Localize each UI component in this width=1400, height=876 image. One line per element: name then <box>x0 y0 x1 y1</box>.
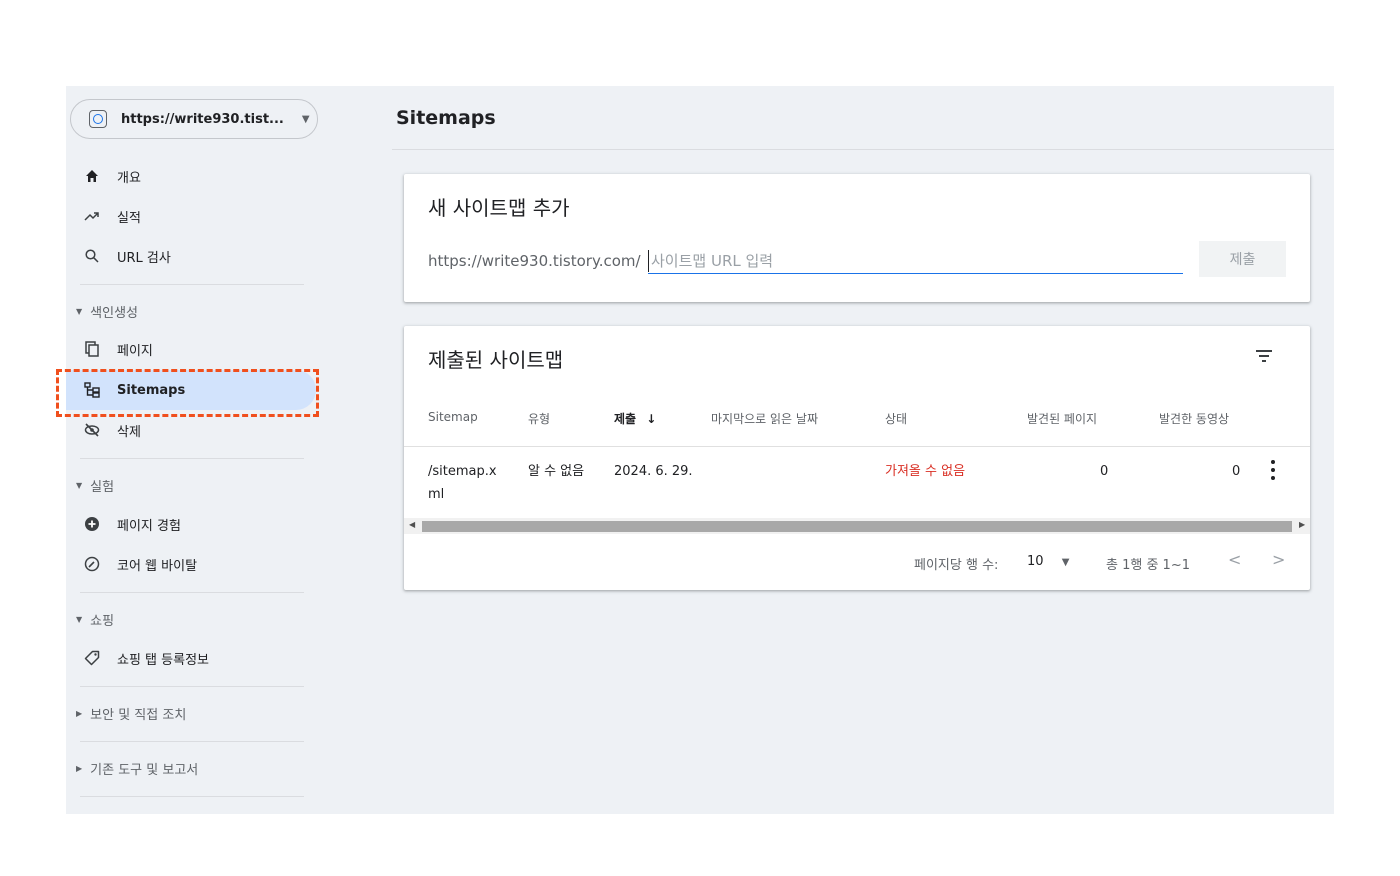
sidebar-item-performance[interactable]: 실적 <box>66 196 316 236</box>
section-label: 쇼핑 <box>90 614 115 629</box>
chevron-down-icon: ▼ <box>1061 557 1070 568</box>
divider <box>80 592 304 593</box>
url-prefix: https://write930.tistory.com/ <box>428 252 641 270</box>
page-title: Sitemaps <box>396 107 496 129</box>
property-selector[interactable]: https://write930.tist... ▼ <box>70 99 318 139</box>
speed-gauge-icon <box>84 556 100 572</box>
column-header-status[interactable]: 상태 <box>885 410 907 427</box>
section-indexing[interactable]: ▼ 색인생성 <box>76 302 138 321</box>
scrollbar-thumb[interactable] <box>422 521 1292 532</box>
sidebar-item-label: 페이지 <box>117 343 153 359</box>
section-label: 색인생성 <box>90 306 138 321</box>
sidebar-item-core-web-vitals[interactable]: 코어 웹 바이탈 <box>66 544 316 584</box>
tag-icon <box>84 650 100 666</box>
highlight-annotation <box>56 369 319 417</box>
main-content: Sitemaps 새 사이트맵 추가 https://write930.tist… <box>392 86 1334 814</box>
submitted-sitemaps-card: 제출된 사이트맵 Sitemap 유형 제출 ↓ 마지막으로 읽은 날짜 상태 … <box>404 326 1310 590</box>
divider <box>80 741 304 742</box>
section-security[interactable]: ▶ 보안 및 직접 조치 <box>76 704 186 723</box>
submit-button[interactable]: 제출 <box>1199 241 1286 277</box>
expand-icon: ▶ <box>76 764 83 773</box>
prev-page-icon[interactable]: < <box>1228 550 1241 569</box>
pagination-range: 총 1행 중 1~1 <box>1106 558 1190 573</box>
rows-per-page-value: 10 <box>1027 554 1044 569</box>
column-header-sitemap[interactable]: Sitemap <box>428 410 478 424</box>
section-label: 실험 <box>90 480 115 495</box>
sidebar-item-label: 개요 <box>117 170 141 186</box>
cell-videos: 0 <box>1232 464 1241 479</box>
divider <box>80 284 304 285</box>
sidebar-item-overview[interactable]: 개요 <box>66 156 316 196</box>
column-header-discovered-videos[interactable]: 발견한 동영상 <box>1159 410 1229 427</box>
sidebar-item-label: 코어 웹 바이탈 <box>117 558 198 574</box>
pages-icon <box>84 341 100 357</box>
sidebar-item-label: 쇼핑 탭 등록정보 <box>117 652 209 668</box>
chevron-down-icon: ▼ <box>301 113 310 125</box>
divider <box>404 446 1310 447</box>
sidebar-item-shopping-tab[interactable]: 쇼핑 탭 등록정보 <box>66 638 316 678</box>
cell-text: /sitemap.x <box>428 464 497 479</box>
column-header-discovered-pages[interactable]: 발견된 페이지 <box>1027 410 1097 427</box>
card-title: 새 사이트맵 추가 <box>428 196 570 220</box>
cell-pages: 0 <box>1100 464 1109 479</box>
filter-icon[interactable] <box>1254 348 1274 364</box>
divider <box>392 149 1334 150</box>
cell-submitted: 2024. 6. 29. <box>614 464 693 479</box>
cell-type: 알 수 없음 <box>528 464 585 479</box>
home-icon <box>84 168 100 184</box>
section-shopping[interactable]: ▼ 쇼핑 <box>76 610 114 629</box>
sidebar-item-pages[interactable]: 페이지 <box>66 329 316 369</box>
text-cursor <box>648 250 649 272</box>
horizontal-scrollbar[interactable]: ◀ ▶ <box>404 518 1310 534</box>
property-url: https://write930.tist... <box>121 111 284 127</box>
expand-icon: ▼ <box>76 307 83 316</box>
sidebar-item-label: 삭제 <box>117 424 141 440</box>
visibility-off-icon <box>84 422 100 438</box>
scroll-right-icon[interactable]: ▶ <box>1299 520 1305 529</box>
rows-per-page-label: 페이지당 행 수: <box>914 558 999 573</box>
cell-text: ml <box>428 487 445 502</box>
sitemap-url-input[interactable] <box>648 248 1183 274</box>
next-page-icon[interactable]: > <box>1272 550 1285 569</box>
sidebar-item-page-experience[interactable]: 페이지 경험 <box>66 504 316 544</box>
section-label: 기존 도구 및 보고서 <box>90 763 199 778</box>
add-sitemap-card: 새 사이트맵 추가 https://write930.tistory.com/ … <box>404 174 1310 302</box>
expand-icon: ▼ <box>76 615 83 624</box>
add-circle-icon <box>84 516 100 532</box>
column-header-type[interactable]: 유형 <box>528 410 550 427</box>
scroll-left-icon[interactable]: ◀ <box>409 520 415 529</box>
section-label: 보안 및 직접 조치 <box>90 708 187 723</box>
more-vert-icon[interactable] <box>1270 460 1276 480</box>
sidebar-item-label: 페이지 경험 <box>117 518 181 534</box>
section-legacy[interactable]: ▶ 기존 도구 및 보고서 <box>76 759 198 778</box>
divider <box>80 686 304 687</box>
search-console-app: https://write930.tist... ▼ 개요 실적 URL 검사 … <box>66 86 1334 814</box>
cell-sitemap: /sitemap.x ml <box>428 460 497 506</box>
column-header-label: 제출 <box>614 412 637 426</box>
card-title: 제출된 사이트맵 <box>428 348 564 372</box>
divider <box>80 796 304 797</box>
expand-icon: ▼ <box>76 481 83 490</box>
globe-icon <box>89 110 107 128</box>
sidebar-item-label: 실적 <box>117 210 141 226</box>
search-icon <box>84 248 100 264</box>
divider <box>80 458 304 459</box>
section-experience[interactable]: ▼ 실험 <box>76 476 114 495</box>
sidebar: https://write930.tist... ▼ 개요 실적 URL 검사 … <box>66 86 318 814</box>
column-header-submitted[interactable]: 제출 ↓ <box>614 410 656 427</box>
column-header-last-read[interactable]: 마지막으로 읽은 날짜 <box>711 410 818 427</box>
expand-icon: ▶ <box>76 709 83 718</box>
rows-per-page-select[interactable]: 10 ▼ <box>1027 554 1069 569</box>
sidebar-item-url-inspection[interactable]: URL 검사 <box>66 236 316 276</box>
arrow-down-icon: ↓ <box>646 412 657 426</box>
sidebar-item-label: URL 검사 <box>117 250 171 266</box>
cell-status: 가져올 수 없음 <box>885 464 966 479</box>
trending-up-icon <box>84 208 100 224</box>
